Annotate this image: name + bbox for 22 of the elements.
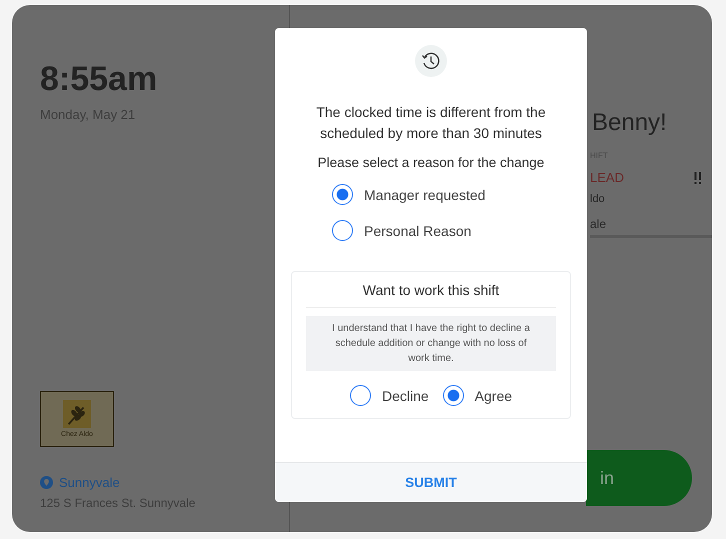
wheat-icon (63, 400, 91, 428)
radio-button[interactable] (332, 220, 353, 241)
shift-detail: ldo (590, 193, 606, 205)
radio-button[interactable] (350, 385, 371, 406)
dialog-message: The clocked time is different from the scheduled by more than 30 minutes (315, 103, 547, 143)
shift-role: LEAD (590, 170, 624, 185)
history-icon (414, 44, 448, 78)
consent-notice: I understand that I have the right to decline a schedule addition or change with no loss of work time. (306, 316, 556, 371)
radio-label[interactable]: Personal Reason (364, 222, 472, 238)
shift-store: ale (590, 217, 608, 231)
radio-button[interactable] (332, 184, 353, 205)
dialog-prompt: Please select a reason for the change (318, 155, 544, 170)
location-pin-icon (40, 476, 53, 489)
radio-label[interactable]: Agree (474, 388, 512, 404)
submit-button[interactable]: SUBMIT (275, 462, 587, 502)
greeting-text: Benny! (592, 109, 668, 137)
clock-time: 8:55am (40, 60, 158, 99)
radio-label[interactable]: Decline (382, 388, 429, 404)
radio-button[interactable] (442, 385, 464, 406)
radio-label[interactable]: Manager requested (364, 186, 486, 202)
consent-title: Want to work this shift (306, 282, 556, 308)
alert-icon (694, 172, 702, 184)
